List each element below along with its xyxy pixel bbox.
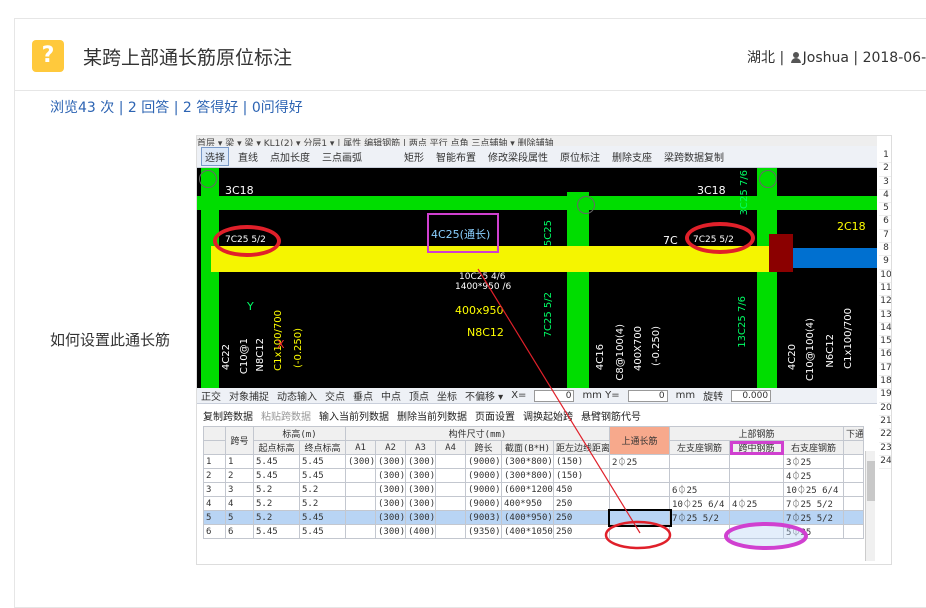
annotation-circle-cell — [604, 520, 672, 550]
annotation-circle-mid — [724, 522, 808, 550]
annotation-arrow — [477, 268, 641, 534]
annotation-overlay — [477, 268, 808, 550]
